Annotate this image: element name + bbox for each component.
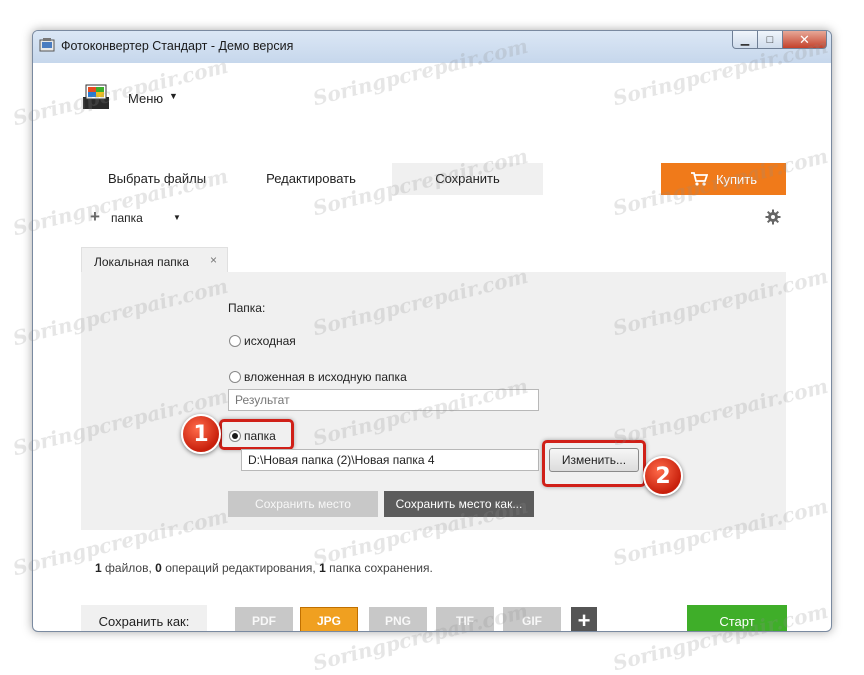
files-text: файлов,	[105, 561, 152, 575]
folder-heading: Папка:	[228, 301, 266, 315]
format-pdf-button[interactable]: PDF	[235, 607, 293, 631]
buy-button[interactable]: Купить	[661, 163, 786, 195]
window-title: Фотоконвертер Стандарт - Демо версия	[61, 39, 294, 53]
maximize-button[interactable]: □	[758, 31, 783, 49]
subfolder-name-input[interactable]: Результат	[228, 389, 539, 411]
save-as-label: Сохранить как:	[81, 605, 207, 631]
window-controls: ▁ □ ✕	[732, 31, 827, 49]
gear-icon[interactable]	[765, 209, 781, 225]
folder-path-input[interactable]: D:\Новая папка (2)\Новая папка 4	[241, 449, 539, 471]
ops-text: операций редактирования,	[165, 561, 316, 575]
radio-folder-label[interactable]: папка	[244, 429, 276, 443]
change-folder-button[interactable]: Изменить...	[549, 448, 639, 472]
app-icon	[39, 38, 55, 52]
close-button[interactable]: ✕	[783, 31, 827, 49]
radio-source-label[interactable]: исходная	[244, 334, 296, 348]
ops-count: 0	[155, 561, 162, 575]
tab-local-folder[interactable]: Локальная папка ×	[81, 247, 228, 273]
format-png-button[interactable]: PNG	[369, 607, 427, 631]
start-button[interactable]: Старт	[687, 605, 787, 631]
folders-text: папка сохранения.	[329, 561, 433, 575]
format-tif-button[interactable]: TIF	[436, 607, 494, 631]
tab-local-folder-label: Локальная папка	[94, 255, 189, 269]
add-format-button[interactable]: +	[571, 607, 597, 631]
save-location-button[interactable]: Сохранить место	[228, 491, 378, 517]
client-area: Меню ▼ Выбрать файлы Редактировать Сохра…	[41, 63, 823, 631]
radio-folder[interactable]	[229, 430, 241, 442]
tab-save[interactable]: Сохранить	[392, 163, 543, 195]
minimize-button[interactable]: ▁	[732, 31, 758, 49]
app-window: Фотоконвертер Стандарт - Демо версия ▁ □…	[32, 30, 832, 632]
step-badge-1: 1	[181, 414, 221, 454]
folders-count: 1	[319, 561, 326, 575]
format-gif-button[interactable]: GIF	[503, 607, 561, 631]
radio-source[interactable]	[229, 335, 241, 347]
menu-label[interactable]: Меню	[128, 91, 163, 106]
radio-subfolder-label[interactable]: вложенная в исходную папка	[244, 370, 407, 384]
folder-caret-icon[interactable]: ▼	[173, 213, 181, 222]
menu-caret-icon[interactable]: ▼	[169, 91, 178, 101]
tab-edit[interactable]: Редактировать	[251, 163, 371, 195]
files-count: 1	[95, 561, 102, 575]
radio-subfolder[interactable]	[229, 371, 241, 383]
status-summary: 1 файлов, 0 операций редактирования, 1 п…	[95, 561, 433, 575]
title-bar[interactable]: Фотоконвертер Стандарт - Демо версия ▁ □…	[33, 31, 831, 63]
format-jpg-button[interactable]: JPG	[300, 607, 358, 631]
tab-select-files[interactable]: Выбрать файлы	[97, 163, 217, 195]
add-folder-icon[interactable]: +	[90, 208, 100, 225]
cart-icon	[690, 172, 708, 186]
save-options-panel: Папка: исходная вложенная в исходную пап…	[81, 272, 786, 530]
close-icon[interactable]: ×	[210, 253, 217, 267]
save-location-as-button[interactable]: Сохранить место как...	[384, 491, 534, 517]
app-logo-icon[interactable]	[81, 81, 111, 111]
step-badge-2: 2	[643, 456, 683, 496]
buy-label: Купить	[715, 171, 758, 187]
folder-dropdown-label[interactable]: папка	[111, 211, 143, 225]
